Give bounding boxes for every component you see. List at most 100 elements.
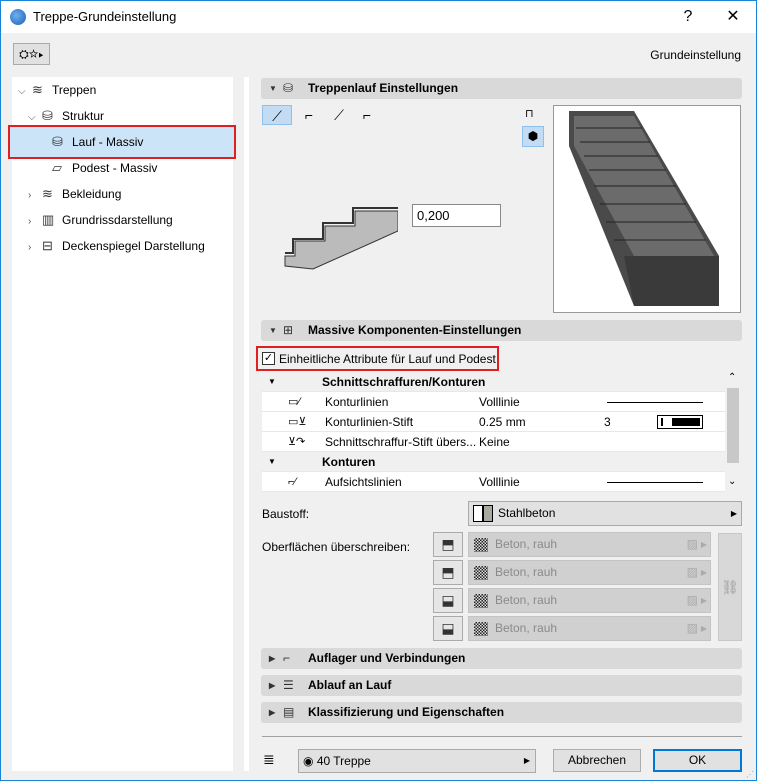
- flight-icon: ⛁: [283, 81, 294, 95]
- close-button[interactable]: ✕: [711, 1, 755, 33]
- triangle-down-icon: ▼: [269, 326, 277, 335]
- surface-side-button[interactable]: ⬒: [433, 560, 463, 585]
- splitter[interactable]: [244, 77, 249, 771]
- tree-item-podest-massiv[interactable]: ▱ Podest - Massiv: [52, 156, 157, 180]
- tree-item-deckenspiegel[interactable]: › ⊟ Deckenspiegel Darstellung: [28, 234, 205, 258]
- image-icon: ▨: [686, 621, 698, 635]
- surface-edge-button[interactable]: ⬓: [433, 588, 463, 613]
- 3d-view-button[interactable]: ⬢: [522, 126, 544, 147]
- favorites-button[interactable]: ⛭☆▸: [13, 43, 50, 65]
- surface-pattern-icon: [474, 594, 488, 608]
- table-row[interactable]: ▭⊻ Konturlinien-Stift 0.25 mm 3: [262, 412, 725, 432]
- triangle-right-icon: ▶: [269, 681, 276, 690]
- surface-field[interactable]: Beton, rauh ▨ ▶: [468, 588, 711, 613]
- surface-pattern-icon: [474, 622, 488, 636]
- chevron-right-icon[interactable]: ›: [28, 210, 42, 234]
- image-icon: ▨: [686, 593, 698, 607]
- triangle-down-icon: ▼: [268, 457, 276, 466]
- ok-button[interactable]: OK: [653, 749, 742, 772]
- surface-field[interactable]: Beton, rauh ▨ ▶: [468, 560, 711, 585]
- view-line-icon: ⌐⁄: [288, 476, 297, 488]
- surfaces-label: Oberflächen überschreiben:: [262, 540, 411, 554]
- tree-item-treppen[interactable]: ⌵ ≋ Treppen: [18, 78, 96, 102]
- resize-grip[interactable]: ⋰: [746, 770, 754, 779]
- link-surfaces-button[interactable]: ⛓: [718, 533, 742, 641]
- pen-color-sample: [657, 415, 703, 429]
- table-row[interactable]: ▭⁄ Konturlinien Volllinie: [262, 392, 725, 412]
- triangle-down-icon: ▼: [268, 377, 276, 386]
- stair-type-slab-button[interactable]: ⟋: [262, 105, 292, 125]
- triangle-right-icon: ▶: [730, 509, 737, 518]
- section-classification[interactable]: ▶ ▤ Klassifizierung und Eigenschaften: [261, 702, 742, 723]
- chevron-up-icon[interactable]: ⌃: [728, 372, 736, 383]
- box-bottom-face-icon: ⬓: [441, 620, 455, 636]
- section-drainage[interactable]: ▶ ☰ Ablauf an Lauf: [261, 675, 742, 696]
- layer-icon: ≣: [263, 751, 275, 767]
- tree-item-struktur[interactable]: ⌵ ⛁ Struktur: [28, 104, 104, 128]
- triangle-right-icon: ▶: [700, 568, 707, 577]
- chevron-down-icon[interactable]: ⌵: [18, 80, 32, 104]
- stairs-icon: ≋: [32, 82, 43, 97]
- triangle-right-icon: ▶: [523, 756, 530, 765]
- table-row[interactable]: ⌐⁄ Aufsichtslinien Volllinie: [262, 472, 725, 492]
- window-title: Treppe-Grundeinstellung: [33, 9, 177, 24]
- stair-stepped-icon: ⌐: [304, 107, 314, 123]
- material-dropdown[interactable]: Stahlbeton ▶: [468, 501, 742, 526]
- triangle-right-icon: ▶: [269, 708, 276, 717]
- stair-type-stepped-button[interactable]: ⌐: [294, 105, 324, 125]
- material-label: Baustoff:: [262, 507, 310, 521]
- box-side-face-icon: ⬒: [441, 564, 455, 580]
- chain-link-icon: ⛓: [721, 579, 739, 595]
- line-type-sample: [607, 402, 703, 403]
- triangle-right-icon: ▶: [700, 624, 707, 633]
- chevron-right-icon[interactable]: ›: [28, 184, 42, 208]
- tree-item-lauf-massiv[interactable]: ⛁ Lauf - Massiv: [8, 125, 236, 159]
- table-row[interactable]: ⊻↷ Schnittschraffur-Stift übers... Keine: [262, 432, 725, 452]
- table-group-row[interactable]: ▼ Schnittschraffuren/Konturen: [262, 372, 725, 392]
- material-swatch-icon: [473, 505, 493, 522]
- pen-override-icon: ⊻↷: [288, 436, 306, 448]
- tree-item-bekleidung[interactable]: › ≋ Bekleidung: [28, 182, 121, 206]
- stair-type-steps-button[interactable]: ⌐: [352, 105, 382, 125]
- triangle-down-icon: ▼: [269, 84, 277, 93]
- stair-3d-preview-image: [569, 111, 719, 306]
- chevron-right-icon[interactable]: ›: [28, 236, 42, 260]
- chevron-down-icon[interactable]: ⌄: [728, 476, 736, 487]
- section-solid-components[interactable]: ▼ ⊞ Massive Komponenten-Einstellungen: [261, 320, 742, 341]
- section-supports[interactable]: ▶ ⌐ Auflager und Verbindungen: [261, 648, 742, 669]
- triangle-right-icon: ▶: [700, 540, 707, 549]
- stair-steps-icon: ⌐: [362, 107, 372, 123]
- tree-item-grundrissdarstellung[interactable]: › ▥ Grundrissdarstellung: [28, 208, 173, 232]
- surface-pattern-icon: [474, 566, 488, 580]
- surface-field[interactable]: Beton, rauh ▨ ▶: [468, 532, 711, 557]
- scrollbar-thumb[interactable]: [727, 388, 739, 463]
- uniform-attributes-checkbox[interactable]: ✓: [262, 352, 275, 365]
- finish-icon: ≋: [42, 186, 53, 201]
- surface-top-button[interactable]: ⬒: [433, 532, 463, 557]
- uniform-attributes-row: ✓ Einheitliche Attribute für Lauf und Po…: [256, 346, 499, 371]
- help-button[interactable]: ?: [666, 1, 710, 33]
- surface-bottom-button[interactable]: ⬓: [433, 616, 463, 641]
- section-flight-settings[interactable]: ▼ ⛁ Treppenlauf Einstellungen: [261, 78, 742, 99]
- cube-icon: ⬢: [527, 129, 539, 143]
- triangle-right-icon: ▶: [700, 596, 707, 605]
- box-top-face-icon: ⬒: [441, 536, 455, 552]
- layer-dropdown[interactable]: ◉ 40 Treppe ▶: [298, 749, 536, 773]
- support-icon: ⌐: [283, 651, 291, 665]
- contour-line-icon: ▭⁄: [288, 396, 301, 408]
- 3d-preview: [553, 105, 741, 313]
- eye-icon: ◉: [303, 754, 317, 768]
- drainage-icon: ☰: [283, 678, 294, 692]
- floor-support-icon[interactable]: ⊓: [525, 107, 534, 120]
- table-group-row[interactable]: ▼ Konturen: [262, 452, 725, 472]
- preset-label: Grundeinstellung: [650, 48, 741, 62]
- surface-field[interactable]: Beton, rauh ▨ ▶: [468, 616, 711, 641]
- cancel-button[interactable]: Abbrechen: [553, 749, 641, 772]
- stair-type-cut-button[interactable]: ⟋: [324, 105, 354, 125]
- floorplan-icon: ▥: [42, 212, 55, 227]
- pen-icon: ▭⊻: [288, 416, 307, 428]
- components-icon: ⊞: [283, 323, 294, 337]
- thickness-input[interactable]: 0,200: [412, 204, 501, 227]
- app-icon: [10, 9, 26, 25]
- settings-tree: ⌵ ≋ Treppen ⌵ ⛁ Struktur ⛁ Lauf - Massiv ▱ Pod…: [8, 77, 236, 771]
